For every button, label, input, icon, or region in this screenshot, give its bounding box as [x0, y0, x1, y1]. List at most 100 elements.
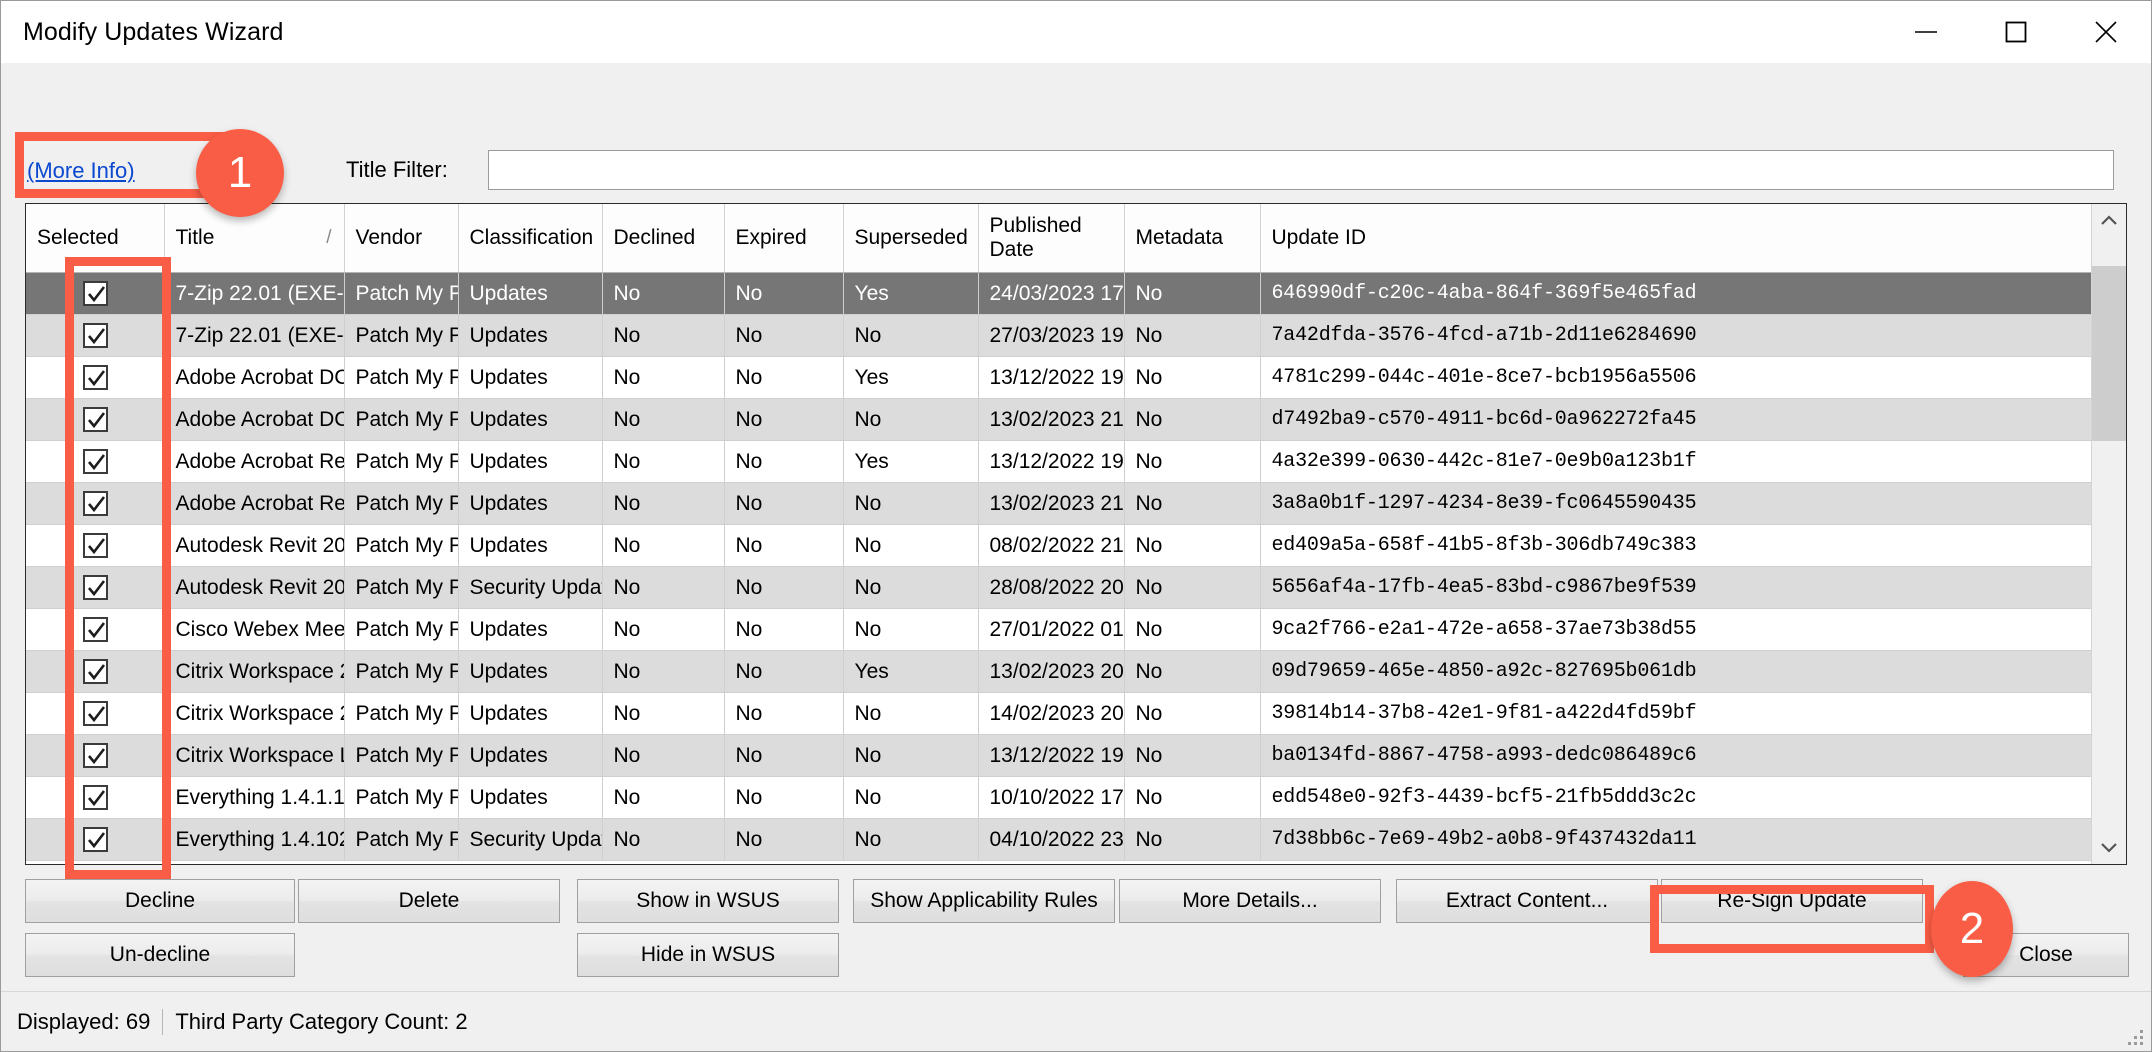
cell-vendor: Patch My PC: [344, 692, 459, 735]
cell-superseded: Yes: [843, 356, 979, 399]
column-header-declined[interactable]: Declined: [602, 204, 725, 273]
row-checkbox[interactable]: [26, 482, 165, 525]
decline-button[interactable]: Decline: [25, 879, 295, 923]
cell-metadata: No: [1124, 482, 1261, 525]
scrollbar-track[interactable]: [2092, 238, 2126, 830]
checkbox-checked-icon[interactable]: [83, 617, 109, 642]
column-header-vendor[interactable]: Vendor: [344, 204, 459, 273]
row-checkbox[interactable]: [26, 818, 165, 861]
show-in-wsus-button[interactable]: Show in WSUS: [577, 879, 839, 923]
checkbox-checked-icon[interactable]: [83, 323, 109, 348]
row-checkbox[interactable]: [26, 776, 165, 819]
row-checkbox[interactable]: [26, 314, 165, 357]
maximize-icon[interactable]: [1971, 1, 2061, 63]
row-checkbox[interactable]: [26, 692, 165, 735]
checkbox-checked-icon[interactable]: [83, 575, 109, 600]
table-row[interactable]: Autodesk Revit 2022 2...Patch My PCSecur…: [26, 566, 2091, 609]
column-header-published-date[interactable]: Published Date: [978, 204, 1125, 273]
row-checkbox[interactable]: [26, 398, 165, 441]
scrollbar-thumb[interactable]: [2092, 266, 2126, 441]
row-checkbox[interactable]: [26, 566, 165, 609]
table-row[interactable]: Citrix Workspace 22.12....Patch My PCUpd…: [26, 650, 2091, 693]
table-row[interactable]: Adobe Acrobat DC Con...Patch My PCUpdate…: [26, 356, 2091, 399]
column-header-selected[interactable]: Selected: [26, 204, 165, 273]
checkbox-checked-icon[interactable]: [83, 491, 109, 516]
cell-expired: No: [724, 818, 844, 861]
re-sign-update-button[interactable]: Re-Sign Update: [1661, 879, 1923, 923]
extract-content-button[interactable]: Extract Content...: [1396, 879, 1658, 923]
cell-metadata: No: [1124, 272, 1261, 315]
checkbox-checked-icon[interactable]: [83, 449, 109, 474]
title-filter-input[interactable]: [488, 150, 2114, 190]
updates-table: Selected Title / Vendor Classification D…: [26, 204, 2091, 861]
table-row[interactable]: Autodesk Revit 2022 2...Patch My PCUpdat…: [26, 524, 2091, 567]
checkbox-checked-icon[interactable]: [83, 827, 109, 852]
cell-metadata: No: [1124, 440, 1261, 483]
row-checkbox[interactable]: [26, 440, 165, 483]
status-bar: Displayed: 69 Third Party Category Count…: [1, 991, 2151, 1051]
cell-metadata: No: [1124, 776, 1261, 819]
scroll-down-arrow-icon[interactable]: [2092, 830, 2126, 864]
close-icon[interactable]: [2061, 1, 2151, 63]
show-applicability-rules-button[interactable]: Show Applicability Rules: [853, 879, 1115, 923]
checkbox-checked-icon[interactable]: [83, 743, 109, 768]
cell-classification: Updates: [458, 440, 603, 483]
column-header-metadata[interactable]: Metadata: [1124, 204, 1261, 273]
table-row[interactable]: Adobe Acrobat Reader ...Patch My PCUpdat…: [26, 440, 2091, 483]
window-controls: [1881, 1, 2151, 63]
checkbox-checked-icon[interactable]: [83, 533, 109, 558]
cell-declined: No: [602, 818, 725, 861]
scroll-up-arrow-icon[interactable]: [2092, 204, 2126, 238]
row-checkbox[interactable]: [26, 650, 165, 693]
cell-metadata: No: [1124, 650, 1261, 693]
cell-classification: Updates: [458, 314, 603, 357]
un-decline-button[interactable]: Un-decline: [25, 933, 295, 977]
cell-update-id: 7a42dfda-3576-4fcd-a71b-2d11e6284690: [1260, 314, 2091, 357]
cell-title: Adobe Acrobat Reader ...: [164, 482, 345, 525]
more-details-button[interactable]: More Details...: [1119, 879, 1381, 923]
table-row[interactable]: 7-Zip 22.01 (EXE-x64) - ...Patch My PCUp…: [26, 314, 2091, 357]
cell-declined: No: [602, 650, 725, 693]
cell-update-id: d7492ba9-c570-4911-bc6d-0a962272fa45: [1260, 398, 2091, 441]
row-checkbox[interactable]: [26, 272, 165, 315]
row-checkbox[interactable]: [26, 734, 165, 777]
cell-superseded: No: [843, 314, 979, 357]
checkbox-checked-icon[interactable]: [83, 701, 109, 726]
grid-vertical-scrollbar[interactable]: [2091, 204, 2126, 864]
cell-update-id: 7d38bb6c-7e69-49b2-a0b8-9f437432da11: [1260, 818, 2091, 861]
table-row[interactable]: Everything 1.4.1021 (M...Patch My PCSecu…: [26, 818, 2091, 861]
hide-in-wsus-button[interactable]: Hide in WSUS: [577, 933, 839, 977]
row-checkbox[interactable]: [26, 356, 165, 399]
delete-button[interactable]: Delete: [298, 879, 560, 923]
cell-published-date: 04/10/2022 23:37: [978, 818, 1125, 861]
cell-published-date: 13/02/2023 21:01: [978, 398, 1125, 441]
column-header-expired[interactable]: Expired: [724, 204, 844, 273]
checkbox-checked-icon[interactable]: [83, 785, 109, 810]
minimize-icon[interactable]: [1881, 1, 1971, 63]
more-info-link[interactable]: (More Info): [27, 158, 135, 184]
cell-title: Everything 1.4.1.1022 (...: [164, 776, 345, 819]
column-header-superseded[interactable]: Superseded: [843, 204, 979, 273]
row-checkbox[interactable]: [26, 524, 165, 567]
table-row[interactable]: Cisco Webex Meetings ...Patch My PCUpdat…: [26, 608, 2091, 651]
column-header-update-id[interactable]: Update ID: [1260, 204, 2091, 273]
table-row[interactable]: Adobe Acrobat Reader ...Patch My PCUpdat…: [26, 482, 2091, 525]
cell-classification: Updates: [458, 776, 603, 819]
table-row[interactable]: Adobe Acrobat DC Con...Patch My PCUpdate…: [26, 398, 2091, 441]
table-row[interactable]: Everything 1.4.1.1022 (...Patch My PCUpd…: [26, 776, 2091, 819]
resize-grip-icon[interactable]: [2125, 1027, 2143, 1045]
table-row[interactable]: Citrix Workspace 23.2.0...Patch My PCUpd…: [26, 692, 2091, 735]
row-checkbox[interactable]: [26, 608, 165, 651]
checkbox-checked-icon[interactable]: [83, 281, 109, 306]
checkbox-checked-icon[interactable]: [83, 659, 109, 684]
checkbox-checked-icon[interactable]: [83, 365, 109, 390]
cell-classification: Updates: [458, 272, 603, 315]
cell-declined: No: [602, 776, 725, 819]
cell-title: Citrix Workspace 23.2.0...: [164, 692, 345, 735]
table-row[interactable]: Citrix Workspace LTSR...Patch My PCUpdat…: [26, 734, 2091, 777]
cell-update-id: 646990df-c20c-4aba-864f-369f5e465fad: [1260, 272, 2091, 315]
cell-title: Everything 1.4.1021 (M...: [164, 818, 345, 861]
column-header-classification[interactable]: Classification: [458, 204, 603, 273]
checkbox-checked-icon[interactable]: [83, 407, 109, 432]
table-row[interactable]: 7-Zip 22.01 (EXE-x64)Patch My PCUpdatesN…: [26, 272, 2091, 315]
